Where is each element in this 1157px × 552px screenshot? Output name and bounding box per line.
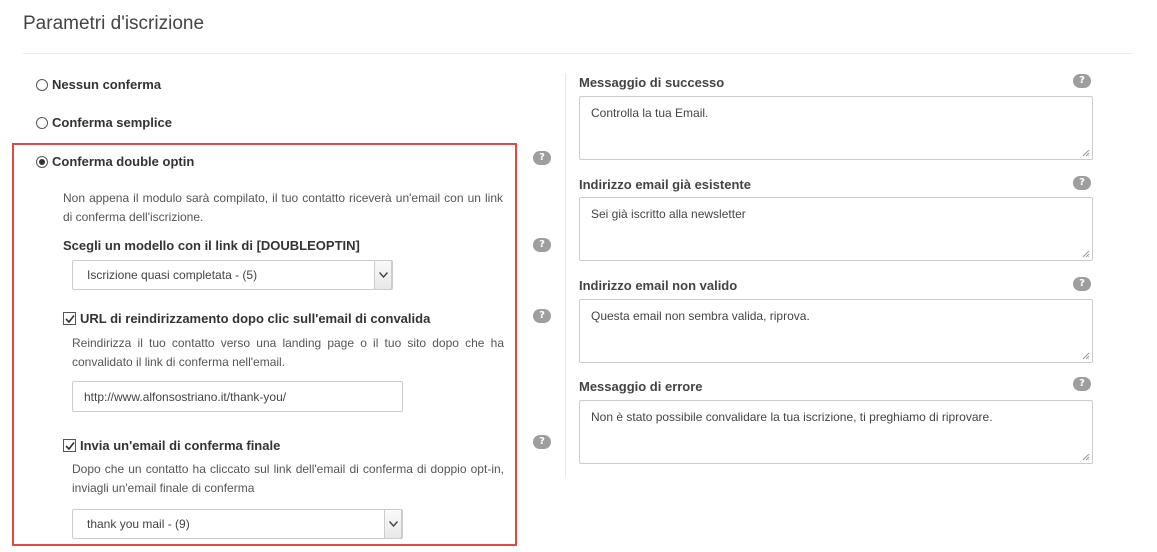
template-select[interactable]: Iscrizione quasi completata - (5)	[72, 260, 393, 290]
success-message-label: Messaggio di successo	[579, 75, 725, 90]
success-message-value: Controlla la tua Email.	[591, 106, 709, 120]
radio-no-confirmation[interactable]: Nessun conferma	[36, 77, 161, 92]
help-icon-error[interactable]: ?	[1073, 377, 1091, 391]
title-divider	[23, 53, 1133, 54]
existing-email-value: Sei già iscritto alla newsletter	[591, 207, 746, 221]
help-icon-final-email[interactable]: ?	[533, 435, 551, 449]
error-message-textarea[interactable]: Non è stato possibile convalidare la tua…	[579, 400, 1093, 464]
help-icon-success[interactable]: ?	[1073, 74, 1091, 88]
redirect-url-input[interactable]: http://www.alfonsostriano.it/thank-you/	[72, 381, 403, 412]
invalid-email-label: Indirizzo email non valido	[579, 278, 738, 293]
radio-no-confirmation-label: Nessun conferma	[52, 77, 162, 92]
final-email-checkbox[interactable]	[63, 439, 76, 452]
double-optin-description: Non appena il modulo sarà compilato, il …	[63, 191, 503, 224]
radio-double-optin[interactable]: Conferma double optin	[36, 154, 194, 169]
radio-double-optin-label: Conferma double optin	[52, 154, 195, 169]
error-message-label: Messaggio di errore	[579, 379, 703, 394]
final-email-description: Dopo che un contatto ha cliccato sul lin…	[72, 462, 504, 495]
radio-no-confirmation-control[interactable]	[36, 78, 48, 91]
final-email-select[interactable]: thank you mail - (9)	[72, 509, 403, 539]
radio-simple-confirmation-control[interactable]	[36, 116, 48, 129]
chevron-down-icon[interactable]	[384, 509, 402, 539]
resize-handle-icon[interactable]	[1082, 352, 1090, 360]
checkmark-icon	[64, 314, 75, 323]
invalid-email-value: Questa email non sembra valida, riprova.	[591, 309, 810, 323]
final-email-checkbox-row[interactable]: Invia un'email di conferma finale	[63, 438, 280, 453]
template-label: Scegli un modello con il link di [DOUBLE…	[63, 238, 360, 253]
radio-simple-confirmation[interactable]: Conferma semplice	[36, 115, 172, 130]
help-icon-invalid[interactable]: ?	[1073, 277, 1091, 291]
resize-handle-icon[interactable]	[1082, 453, 1090, 461]
help-icon-double-optin[interactable]: ?	[533, 151, 551, 165]
redirect-label: URL di reindirizzamento dopo clic sull'e…	[80, 311, 431, 326]
existing-email-textarea[interactable]: Sei già iscritto alla newsletter	[579, 197, 1093, 261]
radio-double-optin-control[interactable]	[36, 155, 48, 168]
help-icon-existing[interactable]: ?	[1073, 176, 1091, 190]
column-divider	[565, 73, 566, 477]
help-icon-template[interactable]: ?	[533, 238, 551, 252]
final-email-select-value: thank you mail - (9)	[87, 517, 190, 531]
help-icon-redirect[interactable]: ?	[533, 309, 551, 323]
success-message-textarea[interactable]: Controlla la tua Email.	[579, 96, 1093, 160]
radio-simple-confirmation-label: Conferma semplice	[52, 115, 172, 130]
page-title: Parametri d'iscrizione	[23, 13, 205, 34]
final-email-label: Invia un'email di conferma finale	[80, 438, 281, 453]
resize-handle-icon[interactable]	[1082, 250, 1090, 258]
redirect-checkbox[interactable]	[63, 312, 76, 325]
chevron-down-icon[interactable]	[374, 260, 392, 290]
redirect-url-value: http://www.alfonsostriano.it/thank-you/	[84, 389, 287, 404]
existing-email-label: Indirizzo email già esistente	[579, 177, 751, 192]
invalid-email-textarea[interactable]: Questa email non sembra valida, riprova.	[579, 299, 1093, 363]
redirect-checkbox-row[interactable]: URL di reindirizzamento dopo clic sull'e…	[63, 311, 430, 326]
error-message-value: Non è stato possibile convalidare la tua…	[591, 410, 993, 424]
checkmark-icon	[64, 441, 75, 450]
template-select-value: Iscrizione quasi completata - (5)	[87, 268, 258, 282]
resize-handle-icon[interactable]	[1082, 149, 1090, 157]
redirect-description: Reindirizza il tuo contatto verso una la…	[72, 336, 504, 369]
